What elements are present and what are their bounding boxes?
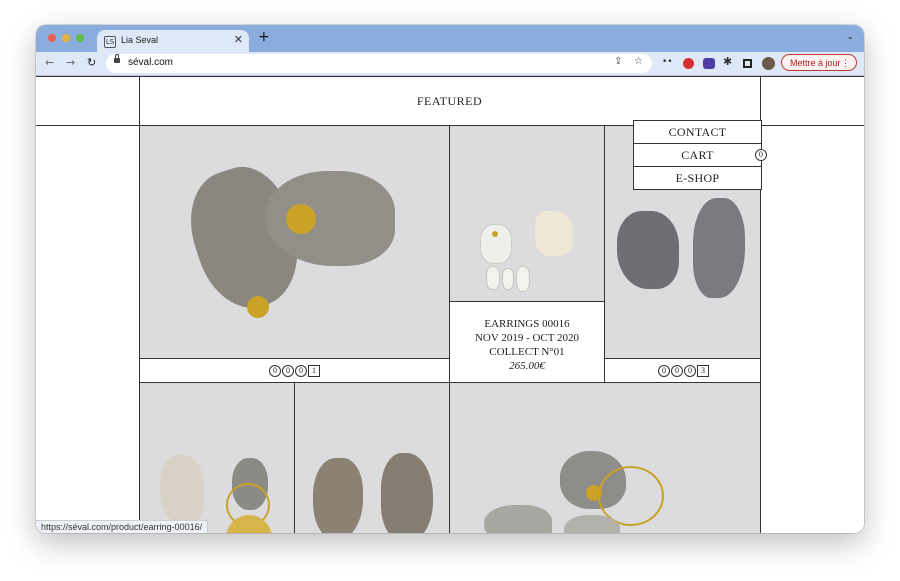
profile-avatar[interactable] bbox=[762, 57, 775, 70]
grid-line bbox=[449, 301, 605, 302]
update-button[interactable]: Mettre à jour ⋮ bbox=[781, 54, 857, 71]
page-content: FEATURED 0001 EARRINGS 00016 NOV 2019 - … bbox=[36, 76, 864, 533]
share-icon[interactable]: ⇪ bbox=[614, 56, 622, 67]
tab-title: Lia Seval bbox=[121, 35, 159, 45]
adblock-extension-icon[interactable] bbox=[683, 58, 694, 69]
pager-dot[interactable]: 0 bbox=[282, 365, 294, 377]
stone-shape bbox=[484, 505, 552, 533]
close-tab-icon[interactable]: ✕ bbox=[234, 33, 243, 46]
product-name: EARRINGS 00016 bbox=[484, 318, 570, 330]
minimize-window-button[interactable] bbox=[62, 34, 70, 42]
product-image-4[interactable] bbox=[140, 383, 294, 533]
menu-cart[interactable]: CART 0 bbox=[633, 143, 767, 167]
tab-strip: LS Lia Seval ✕ + ⌄ bbox=[36, 25, 864, 52]
pager-index[interactable]: 1 bbox=[308, 365, 320, 377]
pager-dot[interactable]: 0 bbox=[269, 365, 281, 377]
stone-shape bbox=[313, 458, 363, 533]
forward-icon[interactable]: → bbox=[66, 56, 75, 69]
product-price: 265.00€ bbox=[509, 360, 545, 372]
grid-line bbox=[139, 358, 450, 359]
stone-shape bbox=[381, 453, 433, 533]
url-text: séval.com bbox=[128, 57, 174, 68]
pager-dot[interactable]: 0 bbox=[671, 365, 683, 377]
reload-icon[interactable]: ↻ bbox=[87, 56, 96, 69]
close-window-button[interactable] bbox=[48, 34, 56, 42]
browser-toolbar: ← → ↻ séval.com ⇪ ☆ •• ✱ Mettre à jour ⋮ bbox=[36, 52, 864, 76]
glass-drop-shape bbox=[516, 266, 530, 292]
extension-badge-icon[interactable] bbox=[703, 58, 715, 69]
product-image-1[interactable] bbox=[140, 126, 449, 358]
grid-line bbox=[604, 358, 761, 359]
extensions-puzzle-icon[interactable]: ✱ bbox=[723, 55, 732, 68]
gold-stud-shape bbox=[586, 485, 602, 501]
pager-dot[interactable]: 0 bbox=[295, 365, 307, 377]
gold-stud-shape bbox=[286, 204, 316, 234]
product-3-pager[interactable]: 0003 bbox=[658, 365, 709, 377]
bookmark-star-icon[interactable]: ☆ bbox=[634, 56, 643, 67]
browser-tab[interactable]: LS Lia Seval ✕ bbox=[97, 30, 249, 52]
stone-shape bbox=[617, 211, 679, 289]
menu-eshop[interactable]: E-SHOP bbox=[633, 166, 762, 190]
grid-line bbox=[36, 76, 864, 77]
tab-search-icon[interactable]: ⌄ bbox=[846, 32, 854, 42]
back-icon[interactable]: ← bbox=[45, 56, 54, 69]
stone-shape bbox=[265, 171, 395, 266]
menu-cart-label: CART bbox=[681, 148, 714, 162]
favicon-icon: LS bbox=[104, 36, 116, 48]
product-image-5[interactable] bbox=[295, 383, 449, 533]
stone-shape bbox=[693, 198, 745, 298]
new-tab-icon[interactable]: + bbox=[258, 29, 270, 45]
zoom-window-button[interactable] bbox=[76, 34, 84, 42]
cart-count-badge: 0 bbox=[755, 149, 767, 161]
stone-shape bbox=[535, 211, 573, 256]
gold-stud-shape bbox=[247, 296, 269, 318]
gold-stud-shape bbox=[492, 231, 498, 237]
status-bar-url: https://séval.com/product/earring-00016/ bbox=[36, 520, 209, 533]
stone-shape bbox=[160, 455, 204, 525]
side-panel-icon[interactable] bbox=[743, 59, 752, 68]
pager-index[interactable]: 3 bbox=[697, 365, 709, 377]
glass-drop-shape bbox=[502, 268, 514, 290]
glass-shape bbox=[480, 224, 512, 264]
product-dates: NOV 2019 - OCT 2020 bbox=[474, 332, 580, 344]
pager-dot[interactable]: 0 bbox=[684, 365, 696, 377]
browser-window: LS Lia Seval ✕ + ⌄ ← → ↻ séval.com ⇪ ☆ •… bbox=[36, 25, 864, 533]
product-image-2[interactable] bbox=[450, 126, 604, 301]
address-bar[interactable]: séval.com ⇪ ☆ bbox=[106, 54, 652, 73]
stone-shape bbox=[564, 515, 620, 533]
menu-contact[interactable]: CONTACT bbox=[633, 120, 762, 144]
lock-icon bbox=[114, 54, 120, 63]
product-collection: COLLECT N°01 bbox=[489, 346, 565, 358]
section-heading: FEATURED bbox=[416, 94, 483, 108]
more-menu-icon[interactable]: ⋮ bbox=[833, 55, 850, 72]
product-1-pager[interactable]: 0001 bbox=[269, 365, 320, 377]
product-image-6[interactable] bbox=[450, 383, 760, 533]
product-2-info[interactable]: EARRINGS 00016 NOV 2019 - OCT 2020 COLLE… bbox=[450, 317, 604, 373]
extension-key-icon[interactable]: •• bbox=[662, 57, 673, 67]
pager-dot[interactable]: 0 bbox=[658, 365, 670, 377]
glass-drop-shape bbox=[486, 266, 500, 290]
